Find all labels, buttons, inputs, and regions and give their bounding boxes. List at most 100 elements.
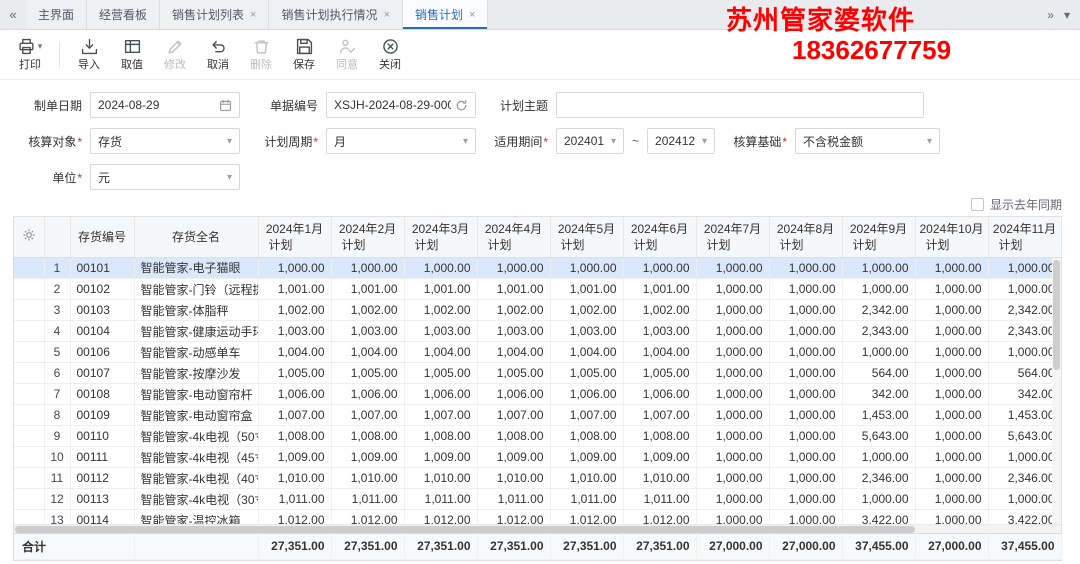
plan-value-cell[interactable]: 1,000.00 [915,425,989,447]
plan-value-cell[interactable]: 1,009.00 [258,446,332,468]
plan-value-cell[interactable]: 1,000.00 [477,257,551,279]
row-number-cell[interactable]: 13 [44,509,71,524]
plan-value-cell[interactable]: 1,000.00 [915,404,989,426]
plan-value-cell[interactable]: 1,000.00 [696,467,770,489]
inventory-name-cell[interactable]: 智能管家-电动窗帘盒 [134,404,259,426]
plan-value-cell[interactable]: 1,007.00 [331,404,405,426]
plan-value-cell[interactable]: 1,011.00 [550,488,624,510]
plan-value-cell[interactable]: 564.00 [842,362,916,384]
plan-value-cell[interactable]: 5,643.00 [842,425,916,447]
plan-value-cell[interactable]: 1,008.00 [550,425,624,447]
plan-value-cell[interactable]: 1,000.00 [988,488,1061,510]
plan-value-cell[interactable]: 1,000.00 [915,299,989,321]
accounting-basis-select[interactable]: 不含税金额 ▾ [795,128,941,154]
show-last-year-checkbox[interactable] [970,197,984,211]
plan-value-cell[interactable]: 1,007.00 [550,404,624,426]
plan-value-cell[interactable]: 1,004.00 [404,341,478,363]
vertical-scrollbar[interactable] [1052,258,1061,524]
plan-value-cell[interactable]: 1,000.00 [769,467,843,489]
plan-value-cell[interactable]: 1,012.00 [477,509,551,524]
row-number-cell[interactable]: 12 [44,488,71,510]
inventory-name-cell[interactable]: 智能管家-动感单车 [134,341,259,363]
plan-value-cell[interactable]: 1,000.00 [696,383,770,405]
plan-value-cell[interactable]: 1,000.00 [696,509,770,524]
horizontal-scrollbar-thumb[interactable] [15,525,916,533]
plan-value-cell[interactable]: 1,002.00 [404,299,478,321]
plan-value-cell[interactable]: 1,000.00 [915,488,989,510]
plan-value-cell[interactable]: 1,011.00 [477,488,551,510]
plan-value-cell[interactable]: 1,010.00 [477,467,551,489]
vertical-scrollbar-thumb[interactable] [1053,260,1060,370]
period-to-select[interactable]: 202412 ▾ [647,128,716,154]
plan-value-cell[interactable]: 1,001.00 [550,278,624,300]
plan-value-cell[interactable]: 1,004.00 [331,341,405,363]
plan-value-cell[interactable]: 1,000.00 [842,488,916,510]
tab-close-icon[interactable]: × [384,9,390,21]
inventory-code-cell[interactable]: 00114 [70,509,135,524]
plan-value-cell[interactable]: 1,000.00 [915,341,989,363]
plan-value-cell[interactable]: 1,000.00 [915,446,989,468]
plan-value-cell[interactable]: 1,007.00 [258,404,332,426]
plan-value-cell[interactable]: 1,004.00 [623,341,697,363]
plan-value-cell[interactable]: 1,010.00 [258,467,332,489]
toolbar-cancel-button[interactable]: 取消 [204,37,232,72]
plan-value-cell[interactable]: 1,001.00 [258,278,332,300]
tab-销售计划[interactable]: 销售计划 × [402,0,489,29]
toolbar-fetch-button[interactable]: 取值 [118,37,146,72]
plan-value-cell[interactable]: 1,005.00 [258,362,332,384]
tab-menu-button[interactable]: ▾ [1064,8,1070,22]
plan-value-cell[interactable]: 2,346.00 [842,467,916,489]
row-number-cell[interactable]: 7 [44,383,71,405]
doc-date-input[interactable] [90,92,240,118]
plan-value-cell[interactable]: 1,001.00 [331,278,405,300]
plan-value-cell[interactable]: 1,012.00 [331,509,405,524]
inventory-name-cell[interactable]: 智能管家-体脂秤 [134,299,259,321]
more-tabs-button[interactable]: » [1047,8,1054,22]
plan-value-cell[interactable]: 1,005.00 [404,362,478,384]
plan-value-cell[interactable]: 1,012.00 [550,509,624,524]
plan-value-cell[interactable]: 564.00 [988,362,1061,384]
plan-value-cell[interactable]: 1,007.00 [477,404,551,426]
plan-value-cell[interactable]: 1,006.00 [404,383,478,405]
row-number-cell[interactable]: 2 [44,278,71,300]
plan-value-cell[interactable]: 1,009.00 [331,446,405,468]
plan-value-cell[interactable]: 1,000.00 [842,257,916,279]
plan-value-cell[interactable]: 1,008.00 [477,425,551,447]
plan-value-cell[interactable]: 1,000.00 [915,467,989,489]
plan-value-cell[interactable]: 1,010.00 [623,467,697,489]
plan-value-cell[interactable]: 2,342.00 [988,299,1061,321]
plan-value-cell[interactable]: 1,009.00 [550,446,624,468]
plan-value-cell[interactable]: 1,000.00 [842,446,916,468]
inventory-name-cell[interactable]: 智能管家-按摩沙发 [134,362,259,384]
calendar-icon[interactable] [219,99,232,112]
plan-value-cell[interactable]: 1,012.00 [404,509,478,524]
row-number-cell[interactable]: 6 [44,362,71,384]
plan-value-cell[interactable]: 1,000.00 [842,278,916,300]
plan-value-cell[interactable]: 1,000.00 [331,257,405,279]
toolbar-import-button[interactable]: 导入 [75,37,103,72]
plan-value-cell[interactable]: 1,000.00 [915,362,989,384]
inventory-name-cell[interactable]: 智能管家-4k电视（45寸） [134,446,259,468]
plan-value-cell[interactable]: 1,000.00 [915,278,989,300]
plan-value-cell[interactable]: 1,000.00 [915,320,989,342]
plan-value-cell[interactable]: 1,003.00 [550,320,624,342]
plan-value-cell[interactable]: 1,011.00 [331,488,405,510]
plan-value-cell[interactable]: 1,003.00 [258,320,332,342]
inventory-name-cell[interactable]: 智能管家-电子猫眼 [134,257,259,279]
plan-value-cell[interactable]: 1,006.00 [623,383,697,405]
plan-value-cell[interactable]: 1,003.00 [331,320,405,342]
refresh-icon[interactable] [455,99,468,112]
tab-close-icon[interactable]: × [250,9,256,21]
plan-value-cell[interactable]: 2,343.00 [842,320,916,342]
plan-value-cell[interactable]: 1,002.00 [258,299,332,321]
plan-value-cell[interactable]: 1,000.00 [769,383,843,405]
plan-subject-value[interactable] [564,98,916,112]
plan-value-cell[interactable]: 1,011.00 [404,488,478,510]
plan-value-cell[interactable]: 1,010.00 [550,467,624,489]
plan-value-cell[interactable]: 1,006.00 [477,383,551,405]
plan-cycle-select[interactable]: 月 ▾ [326,128,476,154]
inventory-code-cell[interactable]: 00111 [70,446,135,468]
plan-value-cell[interactable]: 1,008.00 [331,425,405,447]
plan-value-cell[interactable]: 3,422.00 [842,509,916,524]
toolbar-print-button[interactable]: ▾ 打印 [16,37,44,72]
